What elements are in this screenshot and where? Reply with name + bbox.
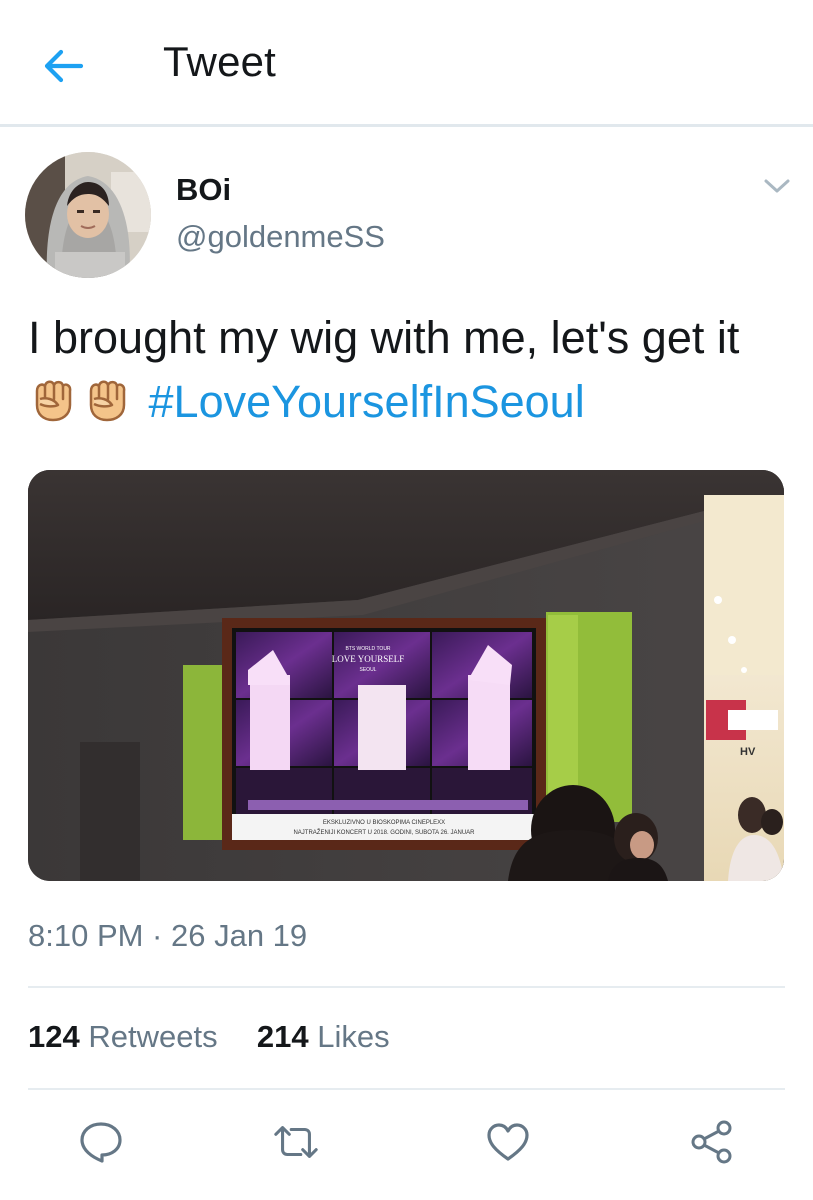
retweet-icon	[274, 1126, 318, 1158]
page-title: Tweet	[163, 38, 277, 85]
chevron-down-icon	[764, 179, 790, 193]
tweet-text: I brought my wig with me, let's get it #…	[28, 306, 798, 434]
retweets-stat[interactable]: 124 Retweets	[28, 1019, 218, 1054]
like-icon	[487, 1123, 529, 1161]
retweets-count: 124	[28, 1019, 80, 1054]
top-app-bar: Tweet	[0, 0, 813, 127]
avatar[interactable]	[25, 152, 151, 278]
media-ticker-line-2: NAJTRAŽENIJI KONCERT U 2018. GODINI, SUB…	[293, 828, 475, 836]
back-button[interactable]	[40, 44, 86, 88]
media-ticker-line-1: EKSKLUZIVNO U BIOSKOPIMA CINEPLEXX	[323, 820, 445, 826]
retweets-label: Retweets	[88, 1019, 218, 1054]
arrow-left-icon	[44, 49, 84, 83]
divider	[28, 986, 785, 988]
retweet-button[interactable]	[272, 1118, 320, 1166]
author-handle[interactable]: @goldenmeSS	[176, 219, 385, 255]
tweet-options-button[interactable]	[760, 172, 794, 200]
likes-count: 214	[256, 1019, 309, 1054]
raised-fist-emoji-icon	[82, 376, 132, 422]
share-button[interactable]	[688, 1118, 736, 1166]
likes-label: Likes	[317, 1019, 390, 1054]
share-icon	[691, 1120, 732, 1164]
hashtag-link[interactable]: #LoveYourselfInSeoul	[149, 376, 585, 427]
author-display-name[interactable]: BOi	[176, 172, 231, 208]
divider	[28, 1088, 785, 1090]
media-store-sign: HV	[740, 746, 756, 758]
tweet-media-photo[interactable]: EKSKLUZIVNO U BIOSKOPIMA CINEPLEXX NAJTR…	[28, 470, 784, 881]
tweet-text-main: I brought my wig with me, let's get it	[28, 312, 740, 363]
tweet-action-bar	[0, 1118, 813, 1166]
tweet-timestamp[interactable]: 8:10 PM · 26 Jan 19	[28, 918, 307, 954]
raised-fist-emoji-icon	[28, 376, 78, 422]
tweet-stats: 124 Retweets 214 Likes	[28, 1019, 390, 1055]
media-screen-line-1: BTS WORLD TOUR	[345, 646, 390, 652]
reply-icon	[80, 1122, 122, 1163]
media-screen-line-2: LOVE YOURSELF	[332, 654, 404, 664]
reply-button[interactable]	[77, 1118, 125, 1166]
likes-stat[interactable]: 214 Likes	[257, 1019, 390, 1054]
media-screen-line-3: SEOUL	[360, 667, 377, 673]
like-button[interactable]	[484, 1118, 532, 1166]
